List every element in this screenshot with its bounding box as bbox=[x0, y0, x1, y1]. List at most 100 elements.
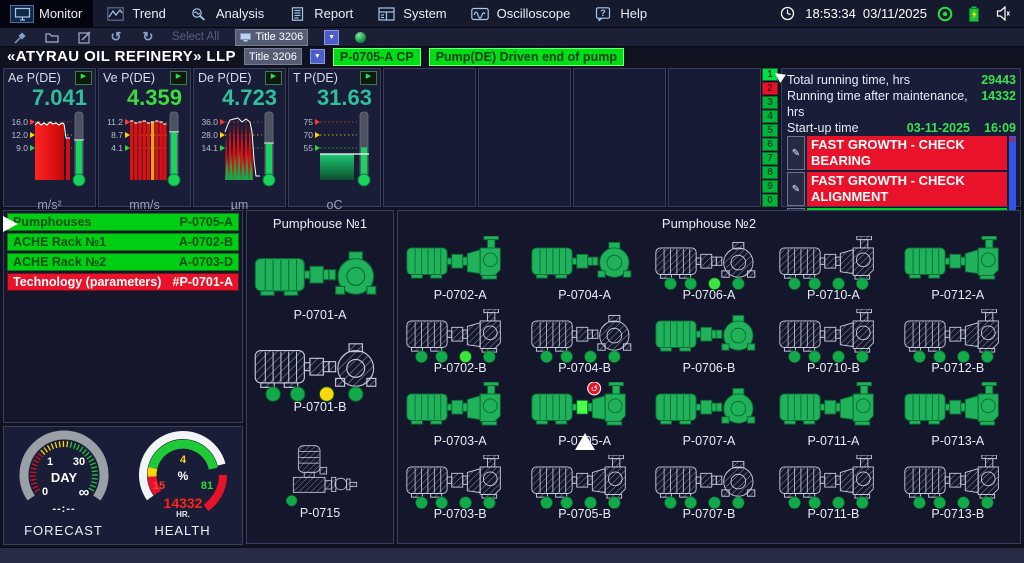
gauge-expand-button[interactable]: ▶ bbox=[360, 71, 377, 85]
title-combo[interactable]: Title 3206 bbox=[243, 48, 302, 65]
svg-text:11.2: 11.2 bbox=[107, 117, 123, 127]
pump-p-0711-b[interactable]: P-0711-B bbox=[771, 455, 895, 521]
pump-p-0703-a[interactable]: P-0703-A bbox=[398, 382, 522, 448]
channel-cell-2[interactable]: 2 bbox=[762, 82, 778, 95]
gauge-t-pde[interactable]: T P(DE) ▶ 31.63 75 70 55 oC bbox=[288, 68, 381, 212]
view-combo[interactable]: Title 3206 bbox=[235, 28, 309, 46]
channel-cell-0[interactable]: 0 bbox=[762, 194, 778, 207]
gauge-expand-button[interactable]: ▶ bbox=[170, 71, 187, 85]
pump-icon bbox=[655, 387, 756, 425]
pump-p-0707-a[interactable]: P-0707-A bbox=[647, 382, 771, 448]
pump-p-0710-b[interactable]: P-0710-B bbox=[771, 309, 895, 375]
pump-p-0711-a[interactable]: P-0711-A bbox=[771, 382, 895, 448]
nav-item-technology-parameters-[interactable]: Technology (parameters) #P-0701-A bbox=[7, 273, 239, 291]
nav-item-ache-rack-1[interactable]: ACHE Rack №1 A-0702-B bbox=[7, 233, 239, 251]
alert-row[interactable]: ✎ FAST GROWTH - CHECK ALIGNMENT bbox=[787, 172, 1007, 206]
menu-tab-label: Analysis bbox=[215, 6, 265, 21]
gauge-ve-pde[interactable]: Ve P(DE) ▶ 4.359 11.2 8.7 4.1 mm/s bbox=[98, 68, 191, 212]
pump-icon bbox=[779, 455, 875, 509]
pump-p-0706-b[interactable]: P-0706-B bbox=[647, 309, 771, 375]
pump-icon bbox=[254, 251, 377, 296]
scada-window: Monitor Trend Analysis Report System Oscillos… bbox=[0, 0, 1024, 563]
pump-label: P-0701-A bbox=[293, 308, 347, 322]
pump-icon bbox=[530, 314, 631, 363]
pump-icon bbox=[530, 455, 626, 509]
pump-p-0706-a[interactable]: P-0706-A bbox=[647, 236, 771, 302]
menu-tab-help[interactable]: ? Help bbox=[581, 0, 658, 27]
clock-time: 18:53:34 bbox=[805, 6, 856, 21]
channel-cell-7[interactable]: 7 bbox=[762, 152, 778, 165]
forecast-gauge: 1 30 DAY 0 ∞ --:-- FORECAST bbox=[4, 427, 123, 544]
menu-tab-report[interactable]: Report bbox=[275, 0, 364, 27]
pump-icon: ↺ bbox=[530, 382, 626, 426]
svg-text:12.0: 12.0 bbox=[11, 130, 28, 140]
info-row: Start-up time 03-11-2025 16:09 bbox=[787, 120, 1016, 136]
record-icon bbox=[934, 6, 956, 22]
svg-text:?: ? bbox=[601, 8, 607, 18]
edit-icon[interactable] bbox=[76, 30, 92, 45]
pump-p-0713-a[interactable]: P-0713-A bbox=[896, 382, 1020, 448]
menu-tab-oscilloscope[interactable]: Oscilloscope bbox=[458, 0, 582, 27]
folder-icon[interactable] bbox=[44, 30, 60, 45]
menu-tab-trend[interactable]: Trend bbox=[93, 0, 176, 27]
select-all-label[interactable]: Select All bbox=[172, 31, 219, 43]
view-combo-dropdown-button[interactable]: ▼ bbox=[324, 29, 340, 45]
toolbar: ↺ ↻ Select All Title 3206 ▼ bbox=[0, 28, 1024, 47]
pin-icon[interactable] bbox=[12, 30, 28, 45]
title-combo-value: Title 3206 bbox=[248, 50, 297, 63]
pump-p-0712-a[interactable]: P-0712-A bbox=[896, 236, 1020, 302]
pump-p-0702-a[interactable]: P-0702-A bbox=[398, 236, 522, 302]
speaker-icon[interactable] bbox=[992, 6, 1014, 22]
pump-p-0705-b[interactable]: P-0705-B bbox=[522, 455, 646, 521]
nav-item-name: ACHE Rack №1 bbox=[13, 235, 107, 249]
pump-p-0713-b[interactable]: P-0713-B bbox=[896, 455, 1020, 521]
channel-cell-3[interactable]: 3 bbox=[762, 96, 778, 109]
channel-cell-5[interactable]: 5 bbox=[762, 124, 778, 137]
nav-item-ache-rack-2[interactable]: ACHE Rack №2 A-0703-D bbox=[7, 253, 239, 271]
gauge-expand-button[interactable]: ▶ bbox=[75, 71, 92, 85]
clock-area: 18:53:34 03/11/2025 bbox=[776, 6, 1024, 22]
pump-p-0704-a[interactable]: P-0704-A bbox=[522, 236, 646, 302]
undo-icon[interactable]: ↺ bbox=[108, 29, 124, 45]
pump-p-0712-b[interactable]: P-0712-B bbox=[896, 309, 1020, 375]
menu-tab-system[interactable]: System bbox=[364, 0, 457, 27]
menubar: Monitor Trend Analysis Report System Oscillos… bbox=[0, 0, 1024, 28]
pump-p-0707-b[interactable]: P-0707-B bbox=[647, 455, 771, 521]
display-icon bbox=[240, 32, 252, 41]
svg-text:9.0: 9.0 bbox=[16, 143, 28, 153]
gauge-de-pde[interactable]: De P(DE) ▶ 4.723 36.0 28.0 14.1 µm bbox=[193, 68, 286, 212]
info-value: 14332 bbox=[981, 89, 1016, 103]
info-row: Total running time, hrs 29443 bbox=[787, 72, 1016, 88]
nav-item-pumphouses[interactable]: Pumphouses P-0705-A bbox=[7, 213, 239, 231]
pump-p-0702-b[interactable]: P-0702-B bbox=[398, 309, 522, 375]
pump-p-0701-b[interactable]: P-0701-B bbox=[247, 336, 393, 414]
gauge-expand-button[interactable]: ▶ bbox=[265, 71, 282, 85]
pump-p-0701-a[interactable]: P-0701-A bbox=[247, 244, 393, 322]
channel-cell-8[interactable]: 8 bbox=[762, 166, 778, 179]
forecast-label: FORECAST bbox=[24, 523, 103, 538]
pump-p-0704-b[interactable]: P-0704-B bbox=[522, 309, 646, 375]
menu-tab-analysis[interactable]: Analysis bbox=[177, 0, 275, 27]
pump-p-0703-b[interactable]: P-0703-B bbox=[398, 455, 522, 521]
redo-icon[interactable]: ↻ bbox=[140, 29, 156, 45]
nav-item-name: Technology (parameters) bbox=[13, 275, 162, 289]
channel-cell-9[interactable]: 9 bbox=[762, 180, 778, 193]
alert-row[interactable]: ✎ FAST GROWTH - CHECK BEARING bbox=[787, 136, 1007, 170]
channel-cell-4[interactable]: 4 bbox=[762, 110, 778, 123]
pump-p-0715[interactable]: P-0715 bbox=[247, 444, 393, 520]
gauge-chart: 11.2 8.7 4.1 bbox=[107, 111, 181, 187]
pump-p-0705-a[interactable]: ↺ P-0705-A bbox=[522, 382, 646, 450]
empty-gauge-slot bbox=[668, 68, 761, 207]
gauge-ae-pde[interactable]: Ae P(DE) ▶ 7.041 16.0 12.0 9.0 m/s² bbox=[3, 68, 96, 212]
gauge-chart: 16.0 12.0 9.0 bbox=[11, 111, 86, 187]
title-combo-dropdown-button[interactable]: ▼ bbox=[309, 49, 325, 64]
pump-p-0710-a[interactable]: P-0710-A bbox=[771, 236, 895, 302]
channel-cell-6[interactable]: 6 bbox=[762, 138, 778, 151]
gauge-chart: 75 70 55 bbox=[304, 111, 371, 187]
svg-text:4: 4 bbox=[179, 454, 186, 466]
clock-icon bbox=[776, 6, 798, 22]
menu-tab-monitor[interactable]: Monitor bbox=[0, 0, 94, 27]
equipment-tag-badge: P-0705-A CP bbox=[332, 47, 421, 66]
svg-text:∞: ∞ bbox=[78, 484, 89, 501]
status-panel: 1234567890 Total running time, hrs 29443 R… bbox=[762, 68, 1021, 226]
